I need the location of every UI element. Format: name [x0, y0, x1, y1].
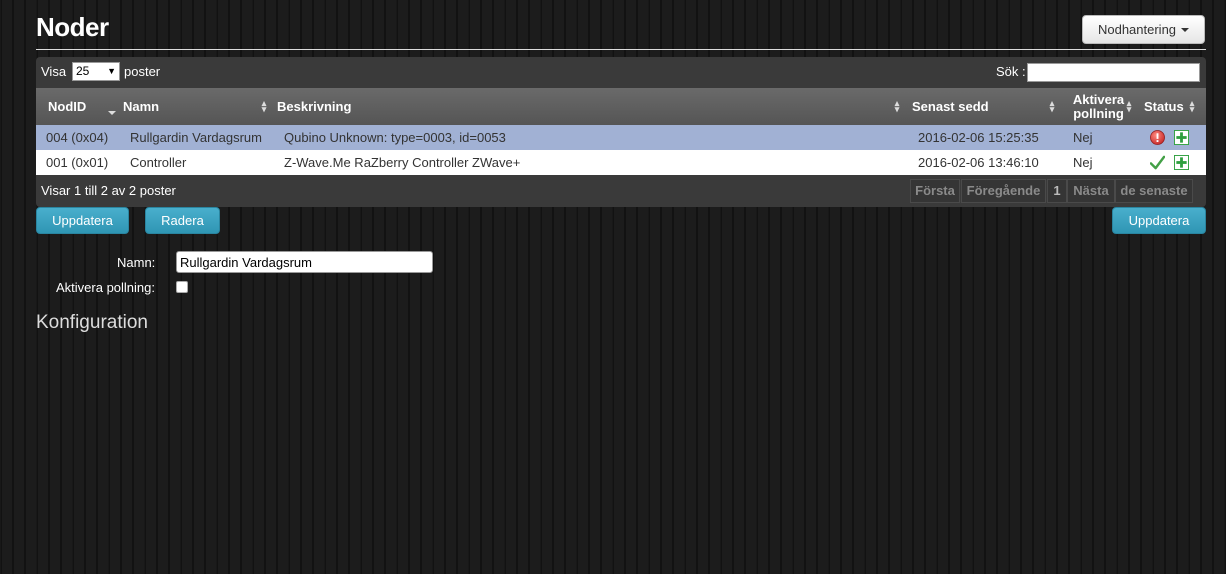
entries-label: poster: [124, 64, 161, 79]
col-description-label: Beskrivning: [277, 99, 352, 114]
col-header-description[interactable]: Beskrivning ▴ ▾: [277, 88, 907, 125]
node-management-dropdown[interactable]: Nodhantering: [1082, 15, 1205, 44]
polling-label: Aktivera pollning:: [56, 280, 155, 295]
table-row[interactable]: 004 (0x04) Rullgardin Vardagsrum Qubino …: [36, 125, 1206, 150]
caret-down-icon: [1181, 27, 1190, 32]
col-header-status[interactable]: Status ▴ ▾: [1144, 88, 1200, 125]
cell-nodeid: 004 (0x04): [46, 130, 109, 145]
col-name-label: Namn: [123, 99, 160, 114]
col-polling-label: Aktivera pollning: [1072, 91, 1125, 121]
cell-name: Rullgardin Vardagsrum: [130, 130, 262, 145]
table-row[interactable]: 001 (0x01) Controller Z-Wave.Me RaZberry…: [36, 150, 1206, 175]
sort-desc-icon: [108, 103, 116, 118]
sort-both-icon: ▴ ▾: [1189, 98, 1195, 114]
delete-button[interactable]: Radera: [145, 207, 220, 234]
cell-last-seen: 2016-02-06 15:25:35: [918, 130, 1039, 145]
title-divider: [36, 49, 1206, 50]
error-icon[interactable]: [1150, 130, 1165, 145]
cell-polling: Nej: [1073, 155, 1093, 170]
col-header-name[interactable]: Namn ▴ ▾: [123, 88, 277, 125]
search-input[interactable]: [1027, 63, 1200, 82]
col-header-last-seen[interactable]: Senast sedd ▴ ▾: [912, 88, 1058, 125]
col-header-nodeid[interactable]: NodID: [48, 88, 123, 125]
add-icon[interactable]: [1174, 130, 1189, 145]
col-status-label: Status: [1144, 99, 1184, 114]
table-info: Visar 1 till 2 av 2 poster: [41, 183, 176, 198]
check-icon: [1150, 155, 1165, 170]
pagination-first[interactable]: Första: [910, 179, 960, 203]
pagination-page[interactable]: 1: [1047, 179, 1067, 203]
cell-description: Qubino Unknown: type=0003, id=0053: [284, 130, 506, 145]
table-footer: Visar 1 till 2 av 2 poster Första Föregå…: [36, 175, 1206, 207]
show-label: Visa: [41, 64, 67, 79]
col-nodeid-label: NodID: [48, 99, 87, 114]
sort-both-icon: ▴ ▾: [894, 98, 900, 114]
col-header-polling[interactable]: Aktivera pollning ▴ ▾: [1062, 88, 1135, 125]
dropdown-arrow-icon: ▼: [107, 66, 116, 76]
table-toolbar: Visa 25 ▼ poster Sök :: [36, 57, 1206, 88]
page-length-value: 25: [76, 64, 90, 78]
dropdown-label: Nodhantering: [1097, 22, 1177, 37]
config-heading: Konfiguration: [36, 312, 148, 333]
sort-both-icon: ▴ ▾: [1126, 98, 1132, 114]
pagination-last[interactable]: de senaste: [1115, 179, 1193, 203]
name-input[interactable]: Rullgardin Vardagsrum: [176, 251, 433, 273]
add-icon[interactable]: [1174, 155, 1189, 170]
cell-polling: Nej: [1073, 130, 1093, 145]
cell-description: Z-Wave.Me RaZberry Controller ZWave+: [284, 155, 521, 170]
col-last-seen-label: Senast sedd: [912, 99, 989, 114]
update-button[interactable]: Uppdatera: [36, 207, 129, 234]
table-header: NodID Namn ▴ ▾ Beskrivning ▴ ▾ Senast sedd…: [36, 88, 1206, 125]
pagination-next[interactable]: Nästa: [1067, 179, 1115, 203]
search-label: Sök :: [996, 64, 1026, 79]
sort-both-icon: ▴ ▾: [1049, 98, 1055, 114]
cell-nodeid: 001 (0x01): [46, 155, 109, 170]
pagination-previous[interactable]: Föregående: [961, 179, 1046, 203]
page-title: Noder: [36, 12, 109, 42]
cell-last-seen: 2016-02-06 13:46:10: [918, 155, 1039, 170]
cell-name: Controller: [130, 155, 187, 170]
page-length-select[interactable]: 25 ▼: [72, 62, 120, 81]
update-button-right[interactable]: Uppdatera: [1112, 207, 1206, 234]
name-label: Namn:: [117, 255, 156, 270]
polling-checkbox[interactable]: [176, 281, 188, 293]
nodes-table-panel: Visa 25 ▼ poster Sök : NodID Namn ▴ ▾ Bes…: [36, 57, 1206, 207]
sort-both-icon: ▴ ▾: [261, 98, 267, 114]
